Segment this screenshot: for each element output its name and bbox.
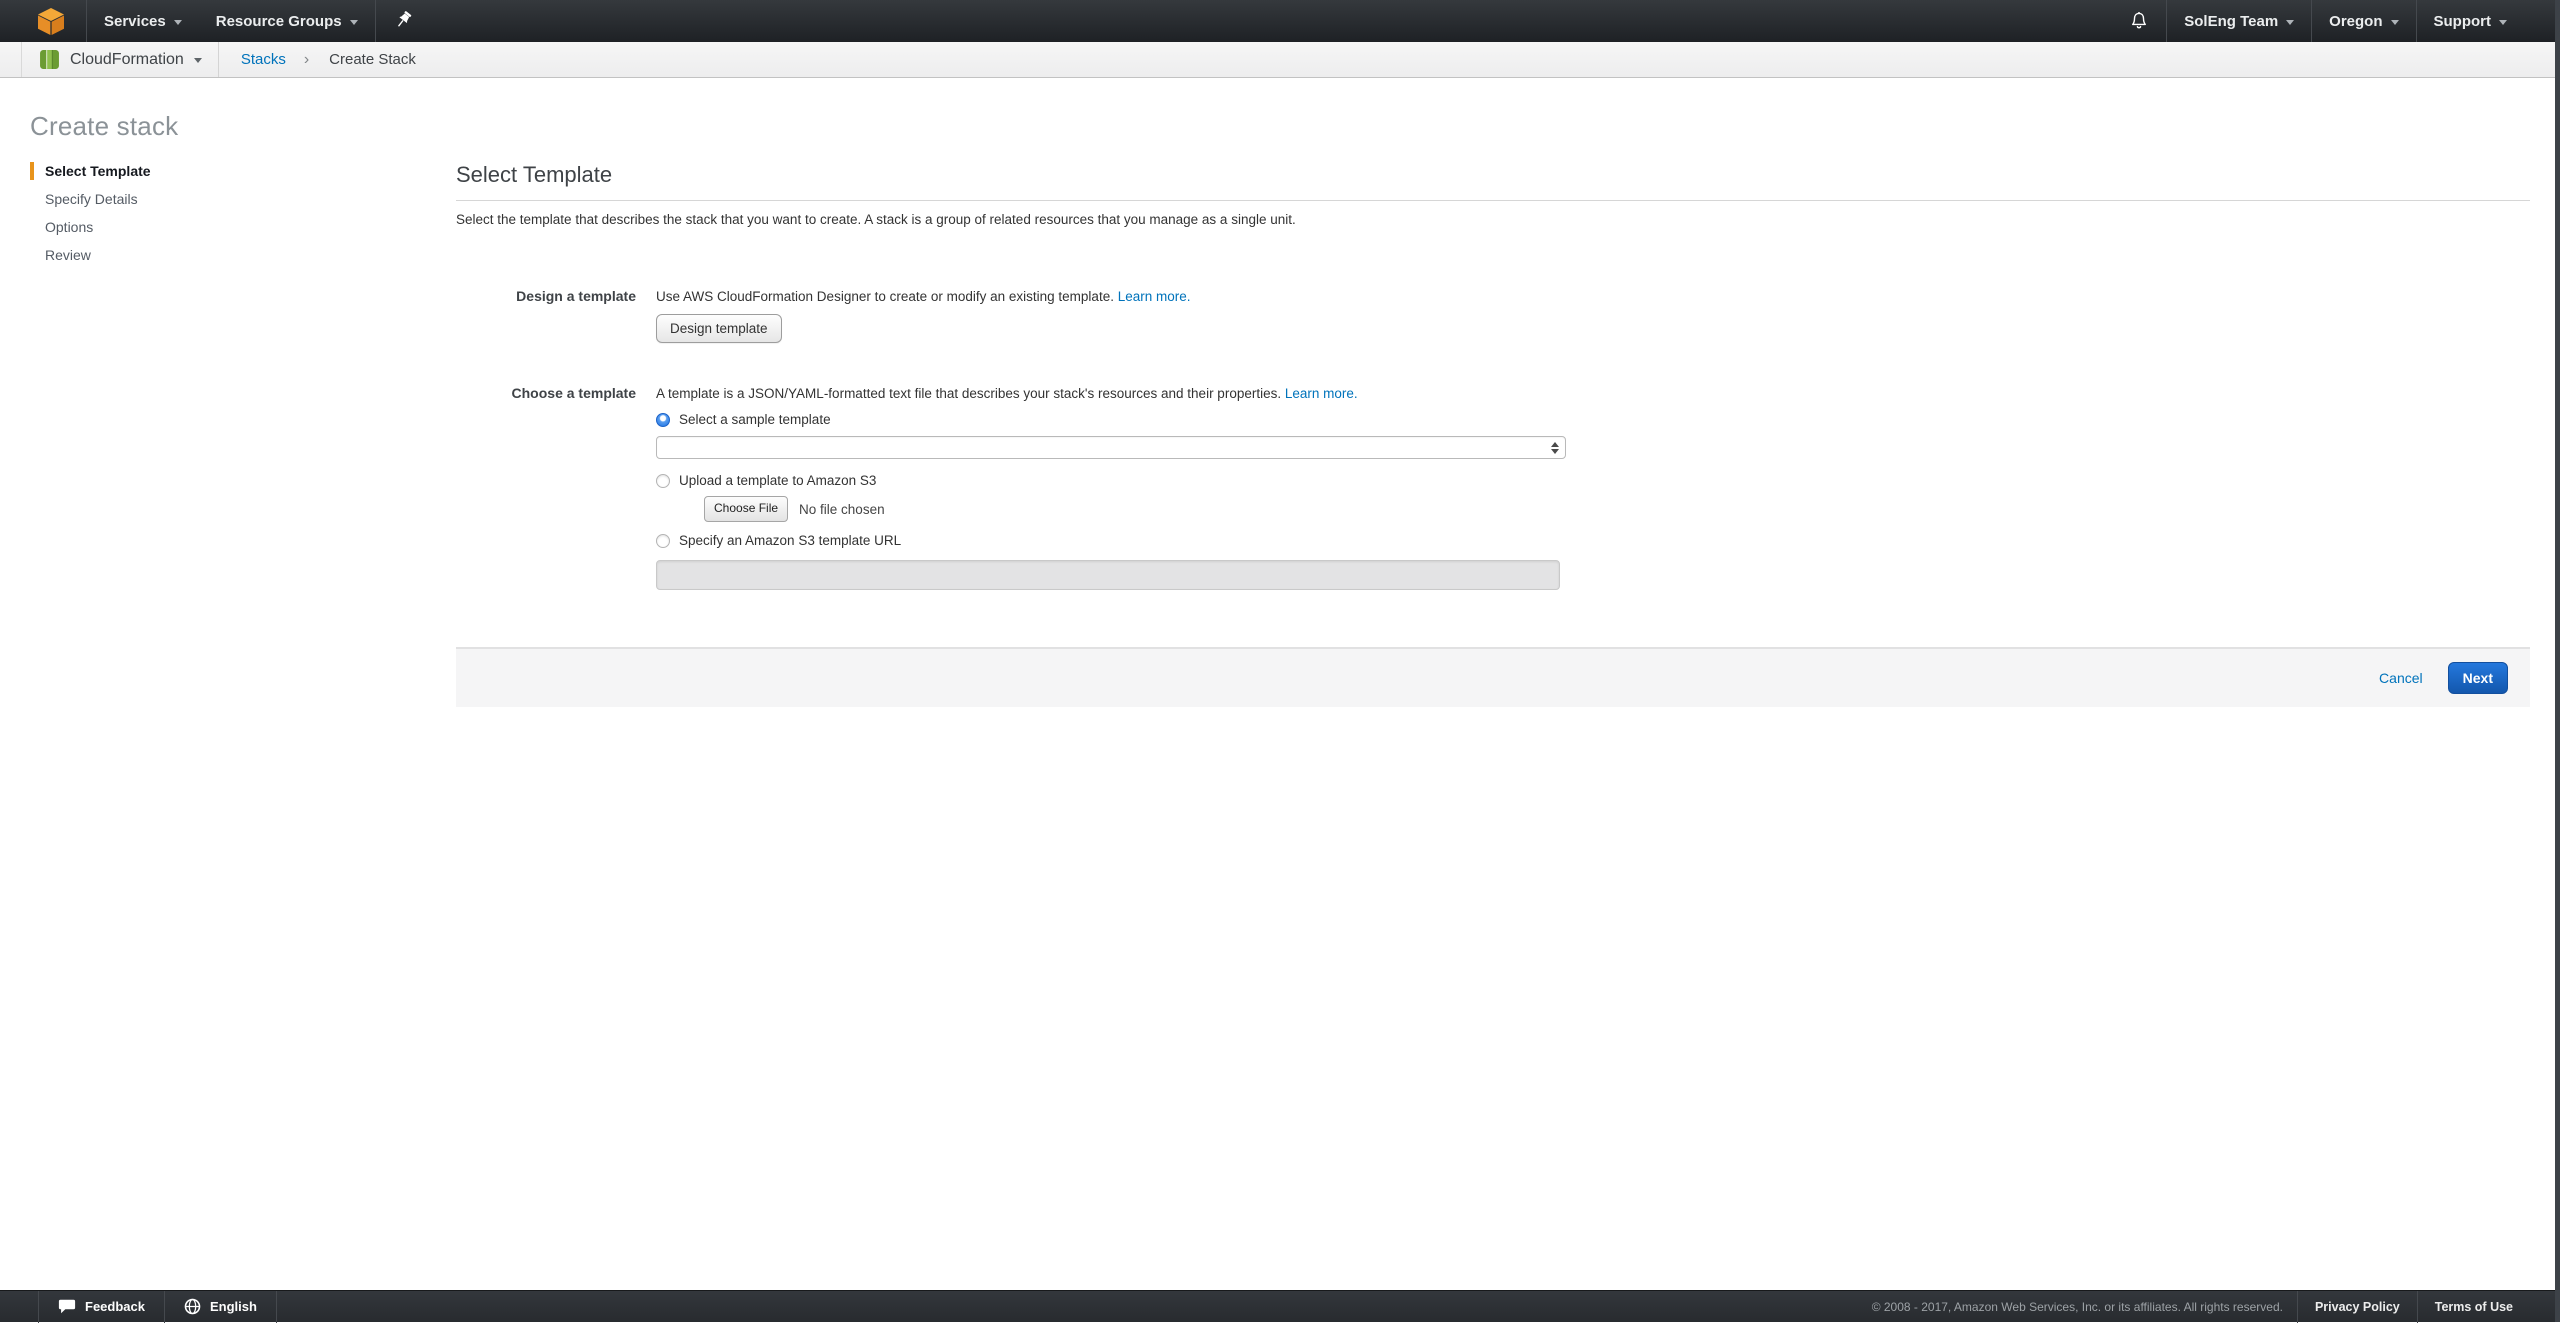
wizard-action-bar: Cancel Next <box>456 647 2530 707</box>
breadcrumb-gutter <box>0 42 22 77</box>
choose-learn-more-link[interactable]: Learn more. <box>1285 386 1358 401</box>
bell-icon <box>2130 11 2148 31</box>
s3-url-radio[interactable] <box>656 534 670 548</box>
support-label: Support <box>2434 13 2492 30</box>
sample-template-radio[interactable] <box>656 413 670 427</box>
design-learn-more-link[interactable]: Learn more. <box>1118 289 1191 304</box>
step-select-template[interactable]: Select Template <box>30 162 151 180</box>
top-nav-right: SolEng Team Oregon Support <box>2112 0 2560 42</box>
account-menu[interactable]: SolEng Team <box>2167 0 2311 42</box>
globe-icon <box>184 1298 201 1315</box>
divider <box>218 42 219 77</box>
chevron-down-icon <box>194 58 202 63</box>
divider <box>276 1291 277 1323</box>
support-menu[interactable]: Support <box>2417 0 2525 42</box>
top-navigation-bar: Services Resource Groups <box>0 0 2560 42</box>
region-label: Oregon <box>2329 13 2382 30</box>
design-template-content: Use AWS CloudFormation Designer to creat… <box>656 288 2530 343</box>
design-template-label: Design a template <box>456 288 636 343</box>
upload-template-radio-label[interactable]: Upload a template to Amazon S3 <box>679 472 876 489</box>
pin-shortcuts-button[interactable] <box>376 0 433 42</box>
speech-bubble-icon <box>58 1299 76 1314</box>
feedback-button[interactable]: Feedback <box>39 1291 164 1323</box>
chevron-down-icon <box>350 20 358 25</box>
services-label: Services <box>104 13 166 30</box>
resource-groups-menu[interactable]: Resource Groups <box>199 0 375 42</box>
resource-groups-label: Resource Groups <box>216 13 342 30</box>
section-description: Select the template that describes the s… <box>456 212 2530 228</box>
aws-logo-icon[interactable] <box>36 8 66 35</box>
choose-template-text: A template is a JSON/YAML-formatted text… <box>656 386 1281 401</box>
design-template-row: Design a template Use AWS CloudFormation… <box>456 288 2530 343</box>
footer-right: © 2008 - 2017, Amazon Web Services, Inc.… <box>1872 1291 2560 1323</box>
design-template-button[interactable]: Design template <box>656 314 782 343</box>
chevron-down-icon <box>2499 20 2507 25</box>
feedback-label: Feedback <box>85 1299 145 1314</box>
breadcrumb-stacks-link[interactable]: Stacks <box>241 51 286 68</box>
main-area: Create stack Select Template Specify Det… <box>0 78 2560 1290</box>
services-menu[interactable]: Services <box>87 0 199 42</box>
notifications-button[interactable] <box>2112 0 2166 42</box>
page-title: Create stack <box>30 111 178 142</box>
sample-template-select[interactable] <box>656 436 1566 459</box>
upload-template-radio-row: Upload a template to Amazon S3 <box>656 472 2530 489</box>
step-options[interactable]: Options <box>30 218 151 236</box>
region-menu[interactable]: Oregon <box>2312 0 2415 42</box>
scrollbar[interactable] <box>2555 0 2560 1322</box>
wizard-steps: Select Template Specify Details Options … <box>30 162 151 274</box>
s3-url-radio-row: Specify an Amazon S3 template URL <box>656 532 2530 549</box>
account-label: SolEng Team <box>2184 13 2278 30</box>
terms-of-use-link[interactable]: Terms of Use <box>2418 1291 2530 1323</box>
step-review[interactable]: Review <box>30 246 151 264</box>
choose-template-content: A template is a JSON/YAML-formatted text… <box>656 385 2530 590</box>
no-file-chosen-text: No file chosen <box>799 501 885 518</box>
choose-file-button[interactable]: Choose File <box>704 496 788 522</box>
file-upload-row: Choose File No file chosen <box>704 496 2530 522</box>
cloudformation-service-menu[interactable]: CloudFormation <box>22 42 218 77</box>
chevron-down-icon <box>174 20 182 25</box>
pushpin-icon <box>396 11 413 31</box>
cancel-button[interactable]: Cancel <box>2379 670 2423 686</box>
s3-url-radio-label[interactable]: Specify an Amazon S3 template URL <box>679 532 901 549</box>
copyright-text: © 2008 - 2017, Amazon Web Services, Inc.… <box>1872 1300 2297 1314</box>
language-label: English <box>210 1299 257 1314</box>
select-stepper-icon <box>1551 442 1559 454</box>
privacy-policy-link[interactable]: Privacy Policy <box>2298 1291 2417 1323</box>
cloudformation-icon <box>39 49 60 70</box>
chevron-down-icon <box>2286 20 2294 25</box>
top-nav-left: Services Resource Groups <box>0 0 433 42</box>
next-button[interactable]: Next <box>2448 662 2508 694</box>
breadcrumb-current-page: Create Stack <box>329 51 416 68</box>
step-specify-details[interactable]: Specify Details <box>30 190 151 208</box>
footer-bar: Feedback English © 2008 - 2017, Amazon W… <box>0 1290 2560 1322</box>
sample-template-radio-row: Select a sample template <box>656 411 2530 428</box>
s3-template-url-input[interactable] <box>656 560 1560 590</box>
chevron-down-icon <box>2391 20 2399 25</box>
language-button[interactable]: English <box>165 1291 276 1323</box>
breadcrumb-separator: › <box>304 51 309 69</box>
design-template-text: Use AWS CloudFormation Designer to creat… <box>656 289 1114 304</box>
breadcrumb-service-label: CloudFormation <box>70 51 184 69</box>
section-heading: Select Template <box>456 162 2530 188</box>
choose-template-row: Choose a template A template is a JSON/Y… <box>456 385 2530 590</box>
content-panel: Select Template Select the template that… <box>456 162 2530 707</box>
breadcrumb: CloudFormation Stacks › Create Stack <box>0 42 2560 78</box>
choose-template-label: Choose a template <box>456 385 636 590</box>
heading-divider <box>456 200 2530 201</box>
sample-template-radio-label[interactable]: Select a sample template <box>679 411 831 428</box>
upload-template-radio[interactable] <box>656 474 670 488</box>
